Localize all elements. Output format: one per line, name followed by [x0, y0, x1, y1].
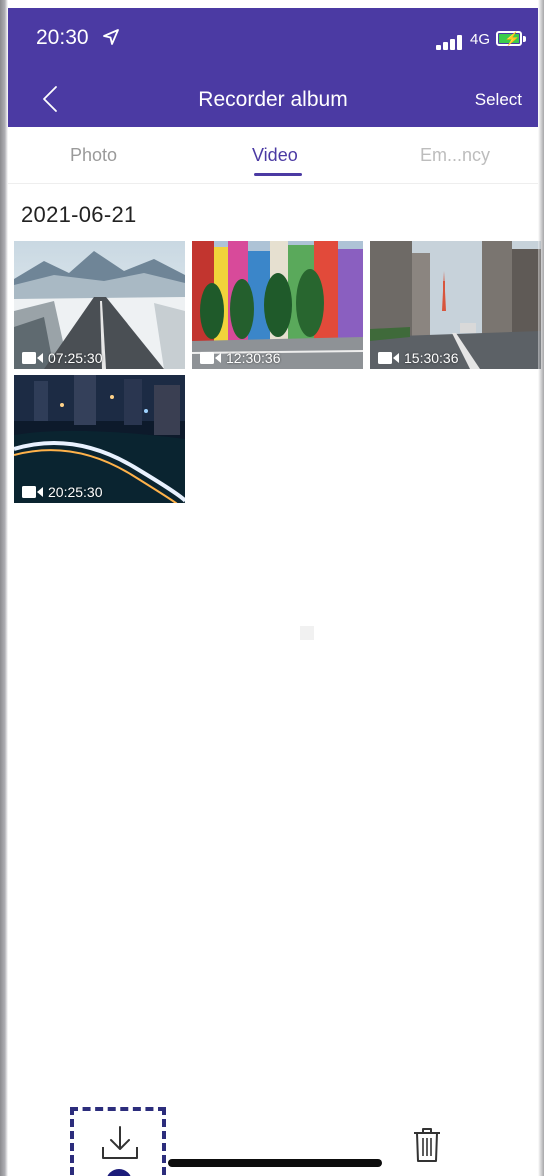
date-group-header: 2021-06-21 — [21, 202, 137, 227]
app-screen: 20:30 4G ⚡ Recorder album Select Photo V… — [0, 0, 544, 1176]
video-badge: 12:30:36 — [200, 349, 281, 367]
video-thumbnail[interactable]: 12:30:36 — [192, 241, 363, 369]
video-camera-icon — [22, 486, 43, 498]
empty-area-marker — [300, 626, 314, 640]
video-time: 12:30:36 — [226, 350, 281, 366]
video-time: 07:25:30 — [48, 350, 103, 366]
network-type: 4G — [470, 31, 491, 48]
video-thumbnail[interactable]: 20:25:30 — [14, 375, 185, 503]
video-time: 15:30:36 — [404, 350, 459, 366]
location-arrow-icon — [103, 29, 119, 45]
status-time: 20:30 — [36, 26, 89, 49]
video-thumbnail[interactable]: 07:25:30 — [14, 241, 185, 369]
cellular-signal-icon — [436, 34, 466, 50]
album-tabs: Photo Video Em...ncy — [8, 127, 538, 184]
select-button[interactable]: Select — [475, 90, 522, 110]
status-bar: 20:30 4G ⚡ — [8, 8, 538, 68]
battery-tip — [523, 36, 526, 42]
video-badge: 15:30:36 — [378, 349, 459, 367]
battery-icon: ⚡ — [496, 31, 522, 46]
video-time: 20:25:30 — [48, 484, 103, 500]
nav-bar: Recorder album Select — [8, 68, 538, 127]
video-camera-icon — [22, 352, 43, 364]
video-thumbnail[interactable]: 15:30:36 — [370, 241, 541, 369]
app-header: 20:30 4G ⚡ Recorder album Select — [8, 8, 538, 127]
trash-icon[interactable] — [412, 1127, 442, 1163]
tab-photo[interactable]: Photo — [70, 145, 117, 166]
active-tab-indicator — [254, 173, 302, 176]
bottom-toolbar — [8, 1095, 538, 1176]
download-icon[interactable] — [100, 1125, 140, 1161]
video-camera-icon — [200, 352, 221, 364]
video-badge: 07:25:30 — [22, 349, 103, 367]
video-badge: 20:25:30 — [22, 483, 103, 501]
download-highlight — [70, 1107, 168, 1176]
video-camera-icon — [378, 352, 399, 364]
tab-video[interactable]: Video — [252, 145, 298, 166]
page-title: Recorder album — [198, 88, 348, 111]
tab-emergency[interactable]: Em...ncy — [420, 145, 490, 166]
home-indicator — [168, 1159, 382, 1167]
